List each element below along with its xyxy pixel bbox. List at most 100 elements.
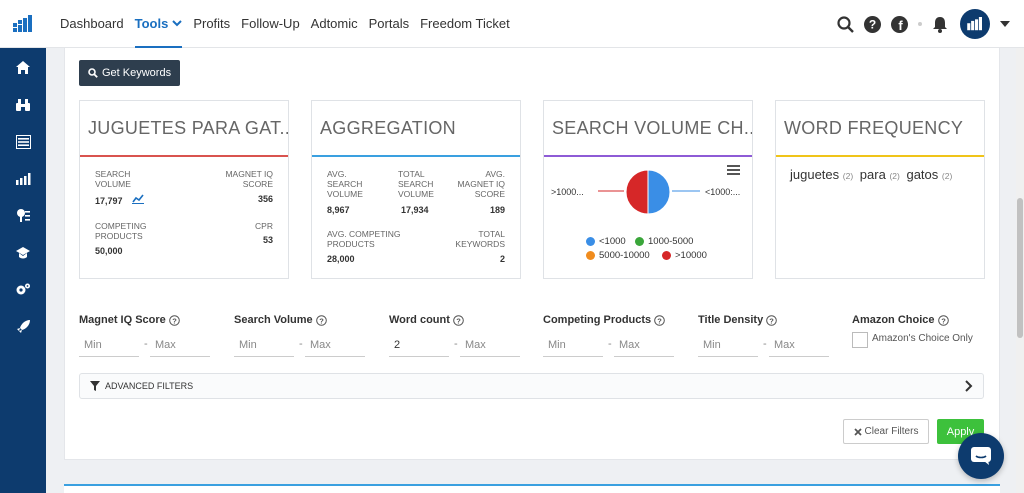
rocket-icon (16, 320, 30, 333)
bell-icon[interactable] (932, 16, 948, 33)
graduation-cap-icon (16, 246, 30, 258)
advanced-filters-toggle[interactable]: ADVANCED FILTERS (79, 373, 984, 399)
legend-item[interactable]: 5000-10000 (586, 250, 650, 261)
word-count: (2) (889, 171, 900, 181)
sidebar-item-analytics[interactable] (0, 160, 46, 197)
page-scrollbar[interactable] (1016, 48, 1024, 493)
nav-freedom-ticket-label: Freedom Ticket (420, 16, 510, 31)
competing-min-input[interactable] (543, 333, 603, 357)
clear-filters-button[interactable]: Clear Filters (843, 419, 929, 444)
nav-profits-label: Profits (193, 16, 231, 31)
amazon-choice-checkbox[interactable] (852, 332, 868, 348)
range-dash: - (763, 338, 767, 350)
search-icon[interactable] (837, 15, 854, 33)
filter-competing-label: Competing Products ? (543, 314, 665, 326)
filter-icon (90, 381, 100, 391)
legend-dot (586, 237, 595, 246)
app-logo[interactable] (0, 0, 46, 48)
sidebar-item-settings[interactable] (0, 271, 46, 308)
cpr-value: 53 (262, 235, 273, 245)
search-volume-chart-accent (544, 155, 752, 157)
word-frequency-list: juguetes (2) para (2) gatos (2) (776, 157, 984, 192)
word-item[interactable]: gatos (906, 167, 938, 182)
sidebar (0, 48, 46, 493)
pie-label-left: >1000... (551, 187, 584, 197)
legend-item[interactable]: >10000 (662, 250, 707, 261)
chat-icon (971, 447, 991, 465)
logo-bars-icon (967, 17, 982, 31)
help-icon[interactable]: ? (453, 314, 464, 326)
binoculars-icon (16, 98, 30, 111)
nav-profits[interactable]: Profits (193, 0, 230, 48)
help-icon[interactable]: ? (937, 314, 949, 326)
nav-follow-up[interactable]: Follow-Up (241, 0, 300, 48)
total-keywords-value: 2 (499, 254, 505, 264)
trend-chart-icon[interactable] (132, 194, 144, 204)
competing-max-input[interactable] (614, 333, 674, 357)
account-caret-icon[interactable] (1000, 21, 1010, 27)
aggregation-panel: AGGREGATION AVG. SEARCH VOLUME TOTAL SEA… (311, 100, 521, 279)
help-icon[interactable]: ? (864, 15, 881, 33)
separator-dot (918, 22, 922, 26)
range-dash: - (299, 338, 303, 350)
magnet-iq-min-input[interactable] (79, 333, 139, 357)
competing-products-label: COMPETING PRODUCTS (95, 221, 147, 241)
pie-slice-0[interactable] (647, 169, 671, 215)
list-icon (15, 134, 31, 149)
pie-slice-3[interactable] (625, 169, 649, 215)
sidebar-item-launch[interactable] (0, 308, 46, 345)
help-icon[interactable]: ? (654, 314, 665, 326)
avg-search-volume-value: 8,967 (327, 205, 350, 215)
avatar[interactable] (960, 9, 990, 39)
close-icon (853, 427, 862, 436)
svg-text:?: ? (319, 316, 324, 325)
nav-dashboard[interactable]: Dashboard (60, 0, 124, 48)
title-density-min-input[interactable] (698, 333, 758, 357)
help-icon[interactable]: ? (315, 314, 327, 326)
title-density-max-input[interactable] (769, 333, 829, 357)
range-dash: - (454, 338, 458, 350)
search-volume-chart-panel: SEARCH VOLUME CH... >1000... <1000:... <… (543, 100, 753, 279)
nav-portals[interactable]: Portals (369, 0, 409, 48)
sidebar-item-home[interactable] (0, 48, 46, 86)
nav-tools[interactable]: Tools (134, 0, 183, 48)
sidebar-item-listing[interactable] (0, 123, 46, 160)
search-volume-max-input[interactable] (305, 333, 365, 357)
total-search-volume-label: TOTAL SEARCH VOLUME (398, 169, 434, 199)
sidebar-item-research[interactable] (0, 86, 46, 123)
scrollbar-thumb[interactable] (1017, 198, 1023, 338)
gear-icon (16, 283, 30, 295)
word-frequency-title: WORD FREQUENCY (784, 117, 964, 138)
nav-freedom-ticket[interactable]: Freedom Ticket (420, 0, 510, 48)
nav-adtomic-label: Adtomic (310, 16, 358, 31)
get-keywords-button[interactable]: Get Keywords (79, 60, 181, 86)
word-item[interactable]: para (860, 167, 886, 182)
filter-magnet-iq-label: Magnet IQ Score ? (79, 314, 180, 326)
svg-text:?: ? (172, 316, 177, 325)
chat-widget-button[interactable] (958, 433, 1004, 479)
legend-item[interactable]: <1000 (586, 236, 626, 247)
chevron-down-icon (172, 20, 183, 27)
filter-amazon-choice-label: Amazon Choice ? (852, 314, 949, 326)
legend-item[interactable]: 1000-5000 (635, 236, 693, 247)
svg-text:?: ? (456, 316, 461, 325)
help-icon[interactable]: ? (766, 314, 778, 326)
sidebar-item-keywords[interactable] (0, 197, 46, 234)
help-icon[interactable]: ? (168, 314, 180, 326)
word-item[interactable]: juguetes (790, 167, 839, 182)
nav-adtomic[interactable]: Adtomic (311, 0, 358, 48)
magnet-iq-max-input[interactable] (150, 333, 210, 357)
sidebar-item-academy[interactable] (0, 234, 46, 271)
chevron-right-icon (965, 380, 973, 392)
avg-magnet-iq-value: 189 (489, 205, 505, 215)
facebook-icon[interactable]: f (891, 15, 908, 33)
word-count: (2) (941, 171, 953, 181)
word-count: (2) (842, 171, 854, 181)
word-count-max-input[interactable] (460, 333, 520, 357)
cpr-label: CPR (255, 221, 273, 231)
search-volume-chart-title: SEARCH VOLUME CH... (552, 117, 752, 138)
svg-text:f: f (898, 18, 903, 33)
word-count-min-input[interactable] (389, 333, 449, 357)
amazon-choice-checkbox-label[interactable]: Amazon's Choice Only (872, 333, 973, 344)
search-volume-min-input[interactable] (234, 333, 294, 357)
